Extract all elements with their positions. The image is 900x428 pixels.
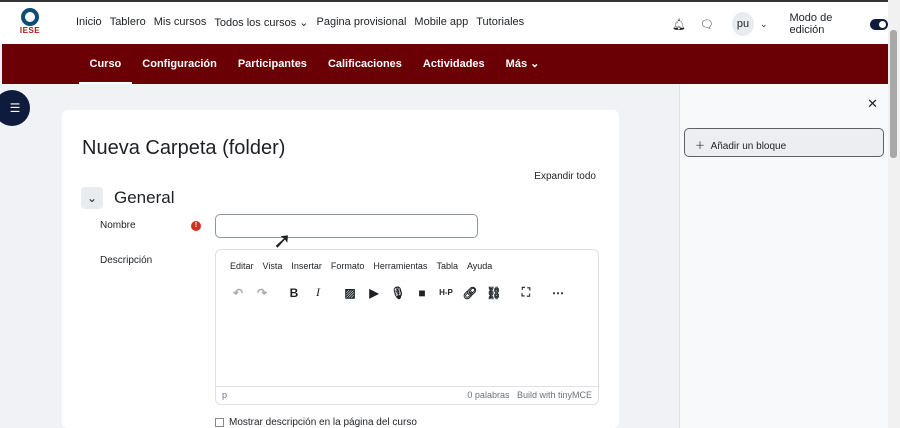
mouse-cursor-icon: ➚: [273, 228, 292, 253]
name-label: Nombre: [100, 220, 136, 231]
menu-formato[interactable]: Formato: [331, 261, 365, 271]
description-editor[interactable]: Editar Vista Insertar Formato Herramient…: [215, 249, 599, 405]
tab-configuracion[interactable]: Configuración: [132, 44, 228, 84]
show-description-checkbox[interactable]: [215, 418, 224, 427]
tab-mas[interactable]: Más ⌄: [495, 44, 550, 84]
menu-herramientas[interactable]: Herramientas: [373, 261, 427, 271]
video-icon[interactable]: ■: [410, 286, 434, 300]
nav-mis-cursos[interactable]: Mis cursos: [154, 16, 207, 29]
add-block-label: Añadir un bloque: [710, 141, 787, 152]
secondary-nav: Curso Configuración Participantes Califi…: [2, 44, 888, 84]
menu-vista[interactable]: Vista: [263, 261, 283, 271]
image-icon[interactable]: ▨: [338, 286, 362, 300]
tab-participantes[interactable]: Participantes: [227, 44, 317, 84]
collapse-section-button[interactable]: ⌄: [81, 187, 103, 209]
avatar[interactable]: pu: [731, 12, 754, 36]
menu-insertar[interactable]: Insertar: [291, 261, 322, 271]
tab-curso[interactable]: Curso: [79, 44, 132, 84]
nav-pagina-provisional[interactable]: Pagina provisional: [317, 16, 407, 29]
microphone-icon[interactable]: 🎙︎: [386, 286, 410, 300]
tab-calificaciones[interactable]: Calificaciones: [317, 44, 412, 84]
message-icon[interactable]: 🗨︎: [700, 18, 714, 31]
scrollbar[interactable]: [888, 0, 900, 428]
plus-icon: ＋: [695, 141, 705, 152]
edit-mode-label: Modo de edición: [789, 12, 833, 36]
menu-editar[interactable]: Editar: [230, 261, 254, 271]
show-description-label: Mostrar descripción en la página del cur…: [229, 417, 417, 428]
more-icon[interactable]: ⋯: [546, 286, 570, 300]
redo-icon[interactable]: ↷: [250, 286, 274, 300]
description-label: Descripción: [100, 255, 153, 266]
undo-icon[interactable]: ↶: [226, 286, 250, 300]
scrollbar-thumb[interactable]: [890, 30, 897, 158]
bell-icon[interactable]: 🔔︎: [672, 18, 686, 31]
top-navbar: IESE Inicio Tablero Mis cursos Todos los…: [0, 0, 888, 44]
italic-icon[interactable]: I: [306, 285, 330, 300]
element-path[interactable]: p: [222, 390, 227, 401]
h5p-icon[interactable]: H-P: [434, 288, 458, 297]
page-title: Nueva Carpeta (folder): [82, 137, 286, 159]
add-block-button[interactable]: ＋ Añadir un bloque: [684, 128, 884, 157]
link-icon[interactable]: 🔗︎: [458, 286, 482, 300]
nav-inicio[interactable]: Inicio: [76, 16, 102, 29]
nav-todos-los-cursos[interactable]: Todos los cursos ⌄: [214, 16, 308, 29]
tinymce-branding[interactable]: Build with tinyMCE: [517, 390, 592, 400]
media-icon[interactable]: ▶: [362, 286, 386, 300]
list-icon: ☰: [9, 101, 21, 115]
fullscreen-icon[interactable]: ⛶: [514, 285, 538, 300]
word-count[interactable]: 0 palabras: [467, 390, 509, 400]
expand-all-link[interactable]: Expandir todo: [534, 171, 596, 182]
bold-icon[interactable]: B: [282, 286, 306, 300]
editor-statusbar: p 0 palabras Build with tinyMCE: [216, 386, 598, 404]
tab-actividades[interactable]: Actividades: [412, 44, 495, 84]
block-drawer: ✕ ＋ Añadir un bloque: [679, 84, 888, 428]
nav-tablero[interactable]: Tablero: [110, 16, 146, 29]
main-card: Nueva Carpeta (folder) Expandir todo ⌄ G…: [62, 110, 619, 428]
edit-mode-toggle[interactable]: [869, 18, 888, 30]
section-heading: General: [114, 188, 175, 207]
chevron-down-icon[interactable]: ⌄: [760, 19, 768, 30]
required-icon: !: [191, 221, 201, 231]
unlink-icon[interactable]: ⛓︎: [482, 286, 506, 300]
iese-logo[interactable]: IESE: [16, 8, 44, 38]
menu-ayuda[interactable]: Ayuda: [467, 261, 492, 271]
close-icon[interactable]: ✕: [867, 96, 878, 112]
nav-tutoriales[interactable]: Tutoriales: [476, 16, 524, 29]
primary-nav: Inicio Tablero Mis cursos Todos los curs…: [76, 16, 524, 29]
course-index-button[interactable]: ☰: [0, 90, 30, 126]
nav-mobile-app[interactable]: Mobile app: [414, 16, 468, 29]
name-input[interactable]: [215, 214, 478, 238]
menu-tabla[interactable]: Tabla: [436, 261, 458, 271]
